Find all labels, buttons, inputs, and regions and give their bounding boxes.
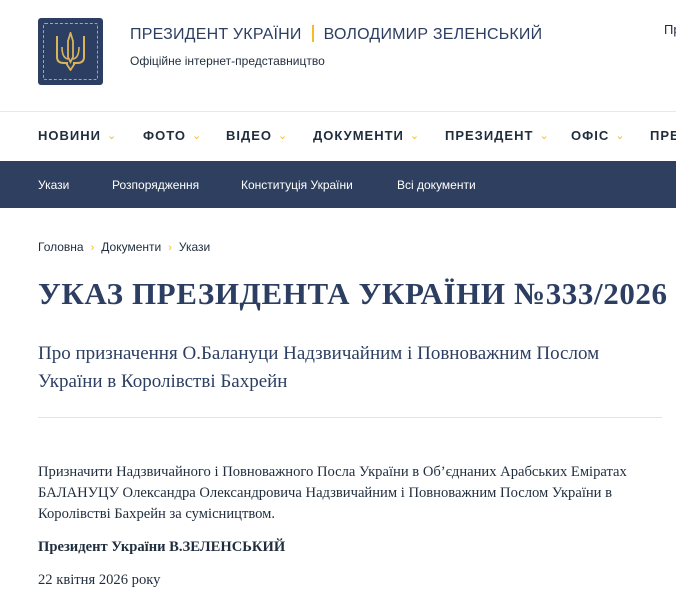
- documents-sub-nav: Укази Розпорядження Конституція України …: [0, 161, 676, 208]
- nav-item-office[interactable]: ОФІС ⌄: [571, 128, 625, 143]
- title-divider: [311, 25, 314, 42]
- chevron-down-icon: ⌄: [191, 130, 203, 142]
- language-switcher[interactable]: Пр: [664, 22, 676, 37]
- nav-item-press[interactable]: ПРЕ: [650, 128, 676, 143]
- decree-date: 22 квітня 2026 року: [38, 572, 161, 588]
- nav-item-label: ОФІС: [571, 128, 610, 143]
- breadcrumb-home[interactable]: Головна: [38, 240, 84, 254]
- breadcrumb-documents[interactable]: Документи: [101, 240, 161, 254]
- main-nav: НОВИНИ ⌄ ФОТО ⌄ ВІДЕО ⌄ ДОКУМЕНТИ ⌄ ПРЕЗИДЕН…: [0, 111, 676, 160]
- nav-item-label: НОВИНИ: [38, 128, 101, 143]
- nav-item-label: ПРЕЗИДЕНТ: [445, 128, 534, 143]
- site-title[interactable]: ПРЕЗИДЕНТ УКРАЇНИ ВОЛОДИМИР ЗЕЛЕНСЬКИЙ: [130, 25, 542, 44]
- nav-item-president[interactable]: ПРЕЗИДЕНТ ⌄: [445, 128, 550, 143]
- nav-item-label: ВІДЕО: [226, 128, 273, 143]
- subnav-item-orders[interactable]: Розпорядження: [112, 178, 199, 192]
- chevron-right-icon: ›: [168, 242, 172, 254]
- chevron-down-icon: ⌄: [106, 130, 118, 142]
- site-title-president: ПРЕЗИДЕНТ УКРАЇНИ: [130, 26, 302, 43]
- decree-body: Призначити Надзвичайного і Повноважного …: [38, 464, 627, 522]
- nav-item-label: ДОКУМЕНТИ: [313, 128, 404, 143]
- decree-lead: Про призначення О.Балануци Надзвичайним …: [38, 343, 600, 392]
- coat-of-arms-logo[interactable]: [38, 18, 103, 85]
- nav-item-label: ФОТО: [143, 128, 186, 143]
- chevron-down-icon: ⌄: [615, 130, 626, 142]
- subnav-item-constitution[interactable]: Конституція України: [241, 178, 353, 192]
- nav-item-photo[interactable]: ФОТО ⌄: [143, 128, 202, 143]
- nav-item-label: ПРЕ: [650, 128, 676, 143]
- page-title: УКАЗ ПРЕЗИДЕНТА УКРАЇНИ №333/2026: [38, 276, 668, 311]
- decree-signature: Президент України В.ЗЕЛЕНСЬКИЙ: [38, 539, 286, 555]
- subnav-item-decrees[interactable]: Укази: [38, 178, 69, 192]
- divider: [38, 417, 662, 418]
- nav-item-news[interactable]: НОВИНИ ⌄: [38, 128, 117, 143]
- site-title-name: ВОЛОДИМИР ЗЕЛЕНСЬКИЙ: [323, 26, 543, 43]
- chevron-right-icon: ›: [90, 242, 95, 254]
- site-header: ПРЕЗИДЕНТ УКРАЇНИ ВОЛОДИМИР ЗЕЛЕНСЬКИЙ Оф…: [0, 0, 676, 110]
- chevron-down-icon: ⌄: [278, 130, 289, 142]
- breadcrumb-decrees[interactable]: Укази: [179, 240, 210, 254]
- breadcrumb: Головна › Документи › Укази: [38, 240, 210, 254]
- nav-item-documents[interactable]: ДОКУМЕНТИ ⌄: [313, 128, 420, 143]
- chevron-down-icon: ⌄: [409, 130, 421, 142]
- site-subtitle: Офіційне інтернет-представництво: [130, 54, 325, 68]
- nav-item-video[interactable]: ВІДЕО ⌄: [226, 128, 288, 143]
- subnav-item-all-documents[interactable]: Всі документи: [397, 178, 476, 192]
- trident-icon: [56, 32, 85, 71]
- chevron-down-icon: ⌄: [539, 130, 550, 142]
